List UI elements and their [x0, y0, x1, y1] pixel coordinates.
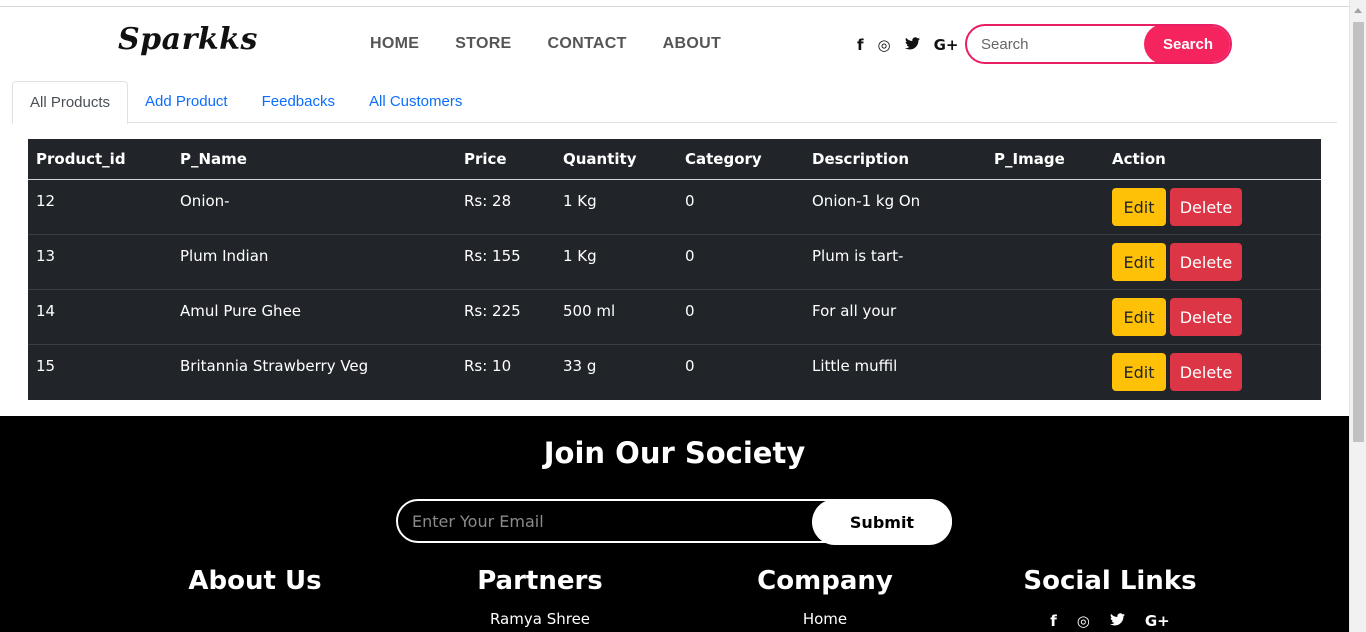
cell-category: 0	[685, 247, 695, 265]
twitter-icon[interactable]	[904, 36, 920, 54]
tab-all-products[interactable]: All Products	[12, 81, 129, 124]
instagram-icon[interactable]: ◎	[878, 36, 891, 54]
page: Sparkks HOME STORE CONTACT ABOUT f ◎ G+ …	[0, 0, 1366, 632]
table-header: Product_id P_Name Price Quantity Categor…	[28, 139, 1321, 180]
header-quantity: Quantity	[563, 150, 637, 168]
cell-name: Britannia Strawberry Veg	[180, 357, 369, 375]
edit-button[interactable]: Edit	[1112, 188, 1166, 226]
cell-price: Rs: 28	[464, 192, 512, 210]
delete-button[interactable]: Delete	[1170, 298, 1242, 336]
edit-button[interactable]: Edit	[1112, 298, 1166, 336]
header-description: Description	[812, 150, 910, 168]
cell-id: 15	[36, 357, 56, 375]
cell-action: Edit Delete	[1104, 298, 1321, 336]
cell-price: Rs: 225	[464, 302, 521, 320]
nav-contact[interactable]: CONTACT	[548, 35, 627, 53]
nav-home[interactable]: HOME	[370, 35, 419, 53]
cell-id: 13	[36, 247, 56, 265]
vertical-scrollbar[interactable]	[1349, 0, 1366, 632]
admin-tabs: All Products Add Product Feedbacks All C…	[12, 81, 1337, 124]
instagram-icon[interactable]: ◎	[1077, 612, 1090, 630]
nav-store[interactable]: STORE	[455, 35, 511, 53]
cell-name: Amul Pure Ghee	[180, 302, 302, 320]
cell-description: Onion-1 kg On	[812, 192, 921, 210]
footer-link-home[interactable]: Home	[705, 610, 945, 628]
cell-price: Rs: 155	[464, 247, 521, 265]
header-action: Action	[1112, 150, 1166, 168]
submit-button[interactable]: Submit	[812, 499, 952, 545]
cell-action: Edit Delete	[1104, 243, 1321, 281]
facebook-icon[interactable]: f	[1050, 612, 1057, 630]
cell-category: 0	[685, 302, 695, 320]
delete-button[interactable]: Delete	[1170, 188, 1242, 226]
cell-id: 14	[36, 302, 56, 320]
nav-about[interactable]: ABOUT	[663, 35, 721, 53]
email-input[interactable]	[412, 501, 812, 541]
edit-button[interactable]: Edit	[1112, 353, 1166, 391]
table-row: 13 Plum Indian Rs: 155 1 Kg 0 Plum is ta…	[28, 235, 1321, 290]
table-row: 15 Britannia Strawberry Veg Rs: 10 33 g …	[28, 345, 1321, 400]
search-box: Search	[965, 24, 1232, 64]
header-p-name: P_Name	[180, 150, 247, 168]
newsletter-form: Submit	[396, 499, 952, 545]
scroll-up-arrow-icon[interactable]	[1354, 8, 1362, 13]
search-input[interactable]	[981, 26, 1141, 62]
footer-col-partners: Partners Ramya Shree	[420, 566, 660, 628]
footer-heading-partners: Partners	[477, 566, 603, 596]
cell-description: Little muffil	[812, 357, 898, 375]
tab-add-product[interactable]: Add Product	[128, 81, 245, 123]
footer-col-social: Social Links f ◎ G+	[990, 566, 1230, 630]
cell-action: Edit Delete	[1104, 188, 1321, 226]
header-product-id: Product_id	[36, 150, 126, 168]
top-border	[0, 0, 1366, 7]
footer-col-about: About Us	[135, 566, 375, 596]
edit-button[interactable]: Edit	[1112, 243, 1166, 281]
header-social: f ◎ G+	[857, 36, 959, 54]
tab-all-customers[interactable]: All Customers	[352, 81, 479, 123]
cell-id: 12	[36, 192, 56, 210]
google-plus-icon[interactable]: G+	[934, 36, 959, 54]
tab-feedbacks[interactable]: Feedbacks	[245, 81, 352, 123]
delete-button[interactable]: Delete	[1170, 243, 1242, 281]
cell-description: For all your	[812, 302, 897, 320]
facebook-icon[interactable]: f	[857, 36, 864, 54]
table-row: 12 Onion- Rs: 28 1 Kg 0 Onion-1 kg On Ed…	[28, 180, 1321, 235]
cell-price: Rs: 10	[464, 357, 512, 375]
footer-col-company: Company Home	[705, 566, 945, 628]
footer-link-ramya-shree[interactable]: Ramya Shree	[420, 610, 660, 628]
scrollbar-thumb[interactable]	[1353, 22, 1364, 442]
footer-social-icons: f ◎ G+	[990, 612, 1230, 630]
table-row: 14 Amul Pure Ghee Rs: 225 500 ml 0 For a…	[28, 290, 1321, 345]
header-price: Price	[464, 150, 507, 168]
cell-name: Onion-	[180, 192, 230, 210]
cell-quantity: 1 Kg	[563, 192, 597, 210]
google-plus-icon[interactable]: G+	[1145, 612, 1170, 630]
footer-heading-company: Company	[757, 566, 893, 596]
cell-description: Plum is tart-	[812, 247, 904, 265]
join-title: Join Our Society	[543, 436, 806, 470]
cell-quantity: 1 Kg	[563, 247, 597, 265]
brand-logo[interactable]: Sparkks	[118, 22, 258, 57]
products-table: Product_id P_Name Price Quantity Categor…	[28, 139, 1321, 400]
footer-heading-about: About Us	[188, 566, 322, 596]
twitter-icon[interactable]	[1109, 612, 1125, 630]
cell-category: 0	[685, 357, 695, 375]
cell-name: Plum Indian	[180, 247, 269, 265]
delete-button[interactable]: Delete	[1170, 353, 1242, 391]
footer: Join Our Society Submit About Us Partner…	[0, 416, 1349, 632]
cell-quantity: 500 ml	[563, 302, 616, 320]
cell-action: Edit Delete	[1104, 353, 1321, 391]
footer-heading-social: Social Links	[1023, 566, 1197, 596]
header-category: Category	[685, 150, 762, 168]
cell-category: 0	[685, 192, 695, 210]
main-nav: HOME STORE CONTACT ABOUT	[370, 35, 757, 53]
header-p-image: P_Image	[994, 150, 1065, 168]
search-button[interactable]: Search	[1144, 26, 1230, 62]
cell-quantity: 33 g	[563, 357, 597, 375]
